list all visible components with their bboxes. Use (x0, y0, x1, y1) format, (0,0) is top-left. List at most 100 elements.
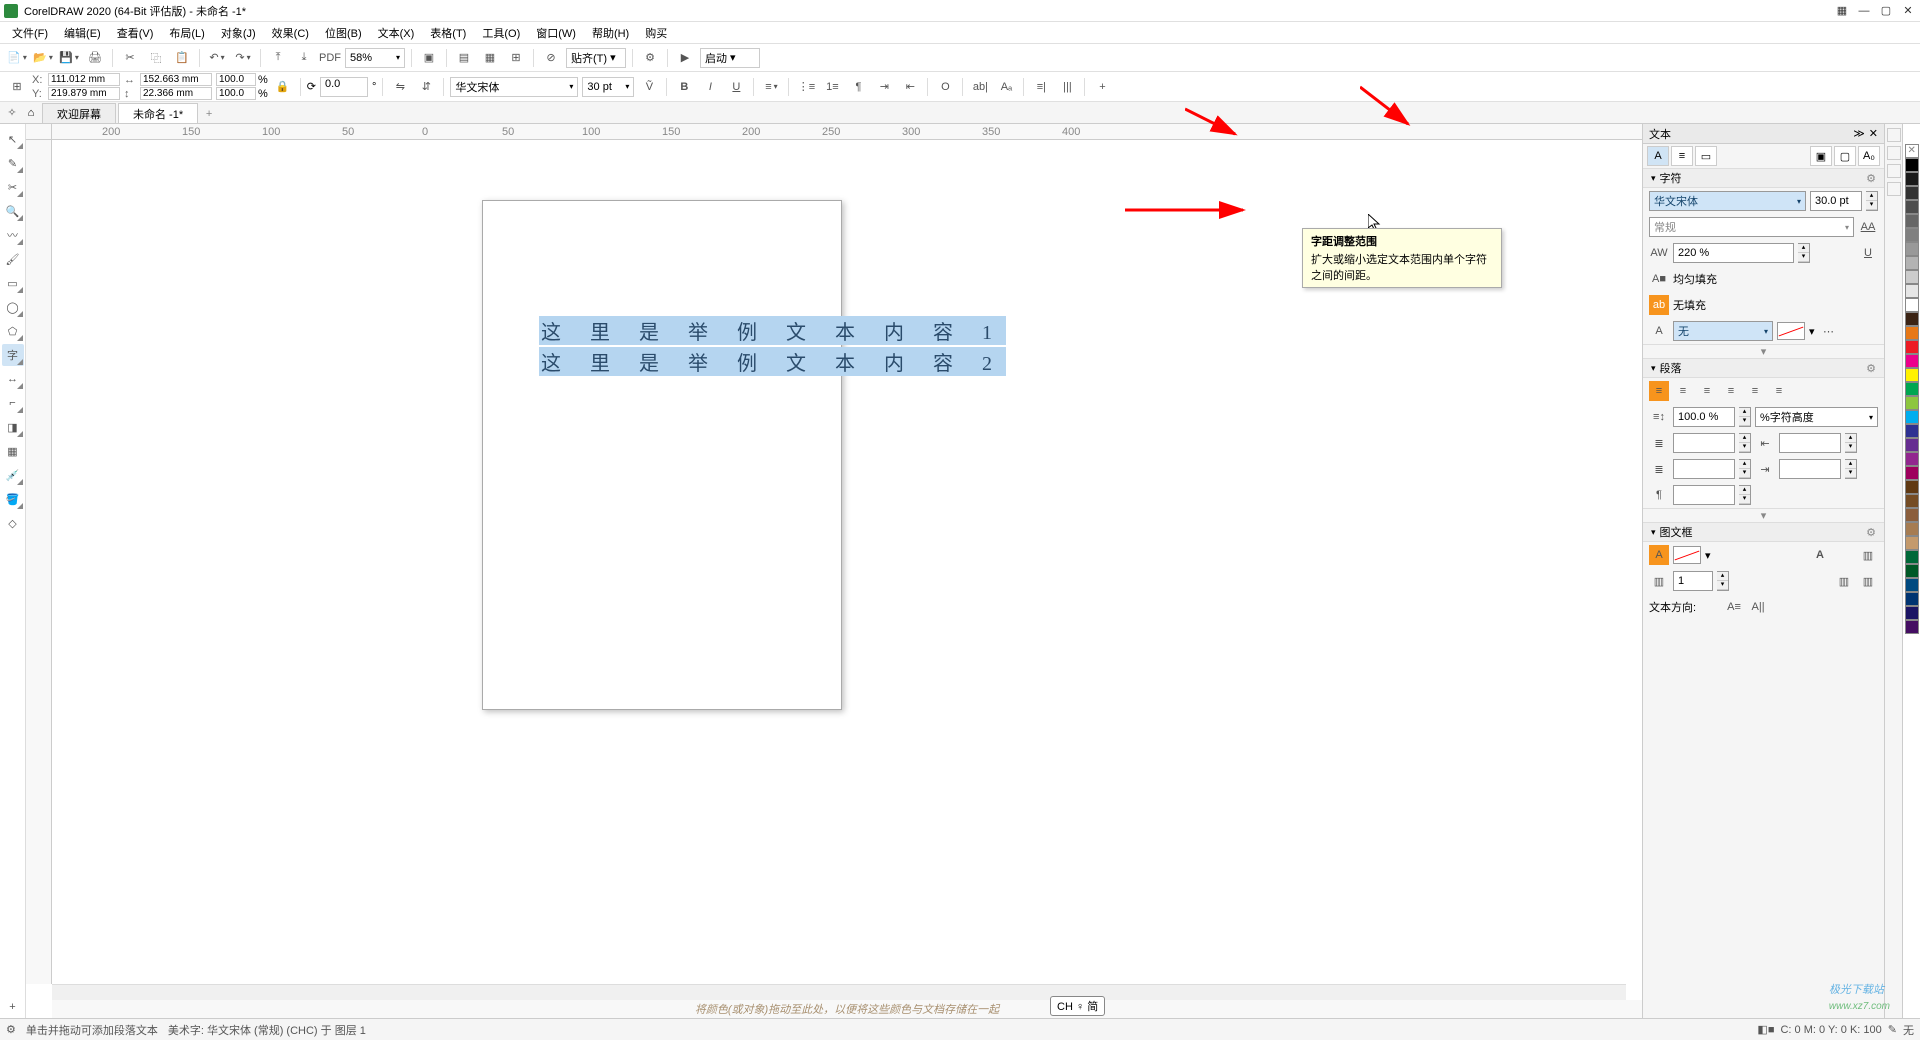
interactive-otf-button[interactable]: O (934, 76, 956, 98)
outline-color-swatch[interactable] (1777, 322, 1805, 340)
font-size-select[interactable]: 30 pt (582, 77, 634, 97)
bg-fill-icon[interactable]: ab (1649, 295, 1669, 315)
color-swatch[interactable] (1905, 242, 1919, 256)
columns-button[interactable]: ▥ (1858, 545, 1878, 565)
polygon-tool[interactable]: ⬠ (2, 320, 24, 342)
home-tab-icon[interactable]: ⌂ (20, 103, 42, 123)
export-button[interactable]: ⤓ (293, 47, 315, 69)
menu-table[interactable]: 表格(T) (422, 23, 474, 43)
width-input[interactable]: 152.663 mm (140, 73, 212, 86)
color-swatch[interactable] (1905, 564, 1919, 578)
text-line-2[interactable]: 这 里 是 举 例 文 本 内 容 2 (539, 347, 1006, 376)
color-swatch[interactable] (1905, 396, 1919, 410)
decrease-indent-button[interactable]: ⇤ (899, 76, 921, 98)
kerning-input[interactable]: 220 % (1673, 243, 1794, 263)
height-input[interactable]: 22.366 mm (140, 87, 212, 100)
convert-text-button[interactable]: Aₐ (995, 76, 1017, 98)
menu-layout[interactable]: 布局(L) (161, 23, 212, 43)
section-paragraph[interactable]: 段落 (1660, 360, 1682, 376)
options-button[interactable]: ⚙ (639, 47, 661, 69)
underline-button-docker[interactable]: U (1858, 243, 1878, 263)
docker-opt3-icon[interactable]: A₀ (1858, 146, 1880, 166)
minimize-button[interactable]: — (1856, 3, 1872, 19)
color-swatch[interactable] (1905, 410, 1919, 424)
menu-effects[interactable]: 效果(C) (264, 23, 317, 43)
x-position-input[interactable]: 111.012 mm (48, 73, 120, 86)
docker-opt1-icon[interactable]: ▣ (1810, 146, 1832, 166)
paste-button[interactable]: 📋 (171, 47, 193, 69)
status-gear-icon[interactable]: ⚙ (6, 1023, 16, 1036)
interactive-fill-tool[interactable]: 🪣 (2, 488, 24, 510)
color-swatch[interactable] (1905, 200, 1919, 214)
menu-edit[interactable]: 编辑(E) (56, 23, 109, 43)
toolbox-add-button[interactable]: + (2, 996, 24, 1018)
color-swatch[interactable] (1905, 284, 1919, 298)
show-grid-button[interactable]: ▦ (479, 47, 501, 69)
side-tab-4[interactable] (1887, 182, 1901, 196)
section-frame[interactable]: 图文框 (1660, 524, 1693, 540)
print-button[interactable]: 🖨 (84, 47, 106, 69)
show-rulers-button[interactable]: ▤ (453, 47, 475, 69)
save-button[interactable]: 💾 (58, 47, 80, 69)
color-swatch[interactable] (1905, 494, 1919, 508)
menu-help[interactable]: 帮助(H) (584, 23, 637, 43)
artistic-media-tool[interactable]: 🖌 (2, 248, 24, 270)
menu-view[interactable]: 查看(V) (109, 23, 162, 43)
import-button[interactable]: ⤒ (267, 47, 289, 69)
color-swatch[interactable] (1905, 256, 1919, 270)
transparency-tool[interactable]: ▦ (2, 440, 24, 462)
right-indent-input[interactable] (1779, 459, 1841, 479)
snap-to-select[interactable]: 贴齐(T) ▾ (566, 48, 626, 68)
text-direction-v-button[interactable]: ||| (1056, 76, 1078, 98)
font-family-select[interactable]: 华文宋体 (450, 77, 578, 97)
align-center-button[interactable]: ≡ (1697, 381, 1717, 401)
menu-file[interactable]: 文件(F) (4, 23, 56, 43)
publish-pdf-button[interactable]: PDF (319, 47, 341, 69)
color-swatch[interactable] (1905, 368, 1919, 382)
color-swatch[interactable] (1905, 480, 1919, 494)
ruler-origin[interactable] (26, 124, 52, 140)
connector-tool[interactable]: ⌐ (2, 392, 24, 414)
copy-button[interactable]: ⿻ (145, 47, 167, 69)
new-document-button[interactable]: 📄 (6, 47, 28, 69)
show-guides-button[interactable]: ⊞ (505, 47, 527, 69)
no-color-swatch[interactable] (1905, 144, 1919, 158)
frame-fill-icon[interactable]: A (1649, 545, 1669, 565)
parallel-dimension-tool[interactable]: ↔ (2, 368, 24, 390)
bold-button[interactable]: B (673, 76, 695, 98)
menu-text[interactable]: 文本(X) (370, 23, 423, 43)
outline-pen-icon[interactable]: ✎ (1888, 1023, 1897, 1036)
pick-tool[interactable]: ↖ (2, 128, 24, 150)
document-tab[interactable]: 未命名 -1* (118, 103, 198, 123)
outline-tool[interactable]: ◇ (2, 512, 24, 534)
quick-customize-icon[interactable]: ✧ (4, 101, 20, 123)
add-tab-button[interactable]: + (200, 105, 218, 123)
bullet-list-button[interactable]: ⋮≡ (795, 76, 817, 98)
redo-button[interactable]: ↷ (232, 47, 254, 69)
color-swatch[interactable] (1905, 536, 1919, 550)
line-spacing-input[interactable]: 100.0 % (1673, 407, 1735, 427)
frame-settings-icon[interactable]: ⚙ (1866, 526, 1876, 539)
text-dir-horizontal-button[interactable]: A≡ (1724, 597, 1744, 617)
dropcap-button[interactable]: ¶ (847, 76, 869, 98)
color-swatch[interactable] (1905, 214, 1919, 228)
color-swatch[interactable] (1905, 228, 1919, 242)
color-swatch[interactable] (1905, 578, 1919, 592)
cut-button[interactable]: ✂ (119, 47, 141, 69)
color-eyedropper-tool[interactable]: 💉 (2, 464, 24, 486)
docker-opt2-icon[interactable]: ▢ (1834, 146, 1856, 166)
menu-bitmap[interactable]: 位图(B) (317, 23, 370, 43)
section-character[interactable]: 字符 (1660, 170, 1682, 186)
snap-off-button[interactable]: ⊘ (540, 47, 562, 69)
font-size-spinner[interactable]: ▴▾ (1866, 191, 1878, 211)
mirror-v-button[interactable]: ⇵ (415, 76, 437, 98)
italic-button[interactable]: I (699, 76, 721, 98)
text-dir-vertical-button[interactable]: A|| (1748, 597, 1768, 617)
text-line-1[interactable]: 这 里 是 举 例 文 本 内 容 1 (539, 316, 1006, 345)
frame-color-swatch[interactable] (1673, 546, 1701, 564)
paragraph-tab[interactable]: ≡ (1671, 146, 1693, 166)
docker-close-icon[interactable]: ✕ (1869, 127, 1878, 140)
color-swatch[interactable] (1905, 466, 1919, 480)
frame-tab[interactable]: ▭ (1695, 146, 1717, 166)
maximize-button[interactable]: ▢ (1878, 3, 1894, 19)
